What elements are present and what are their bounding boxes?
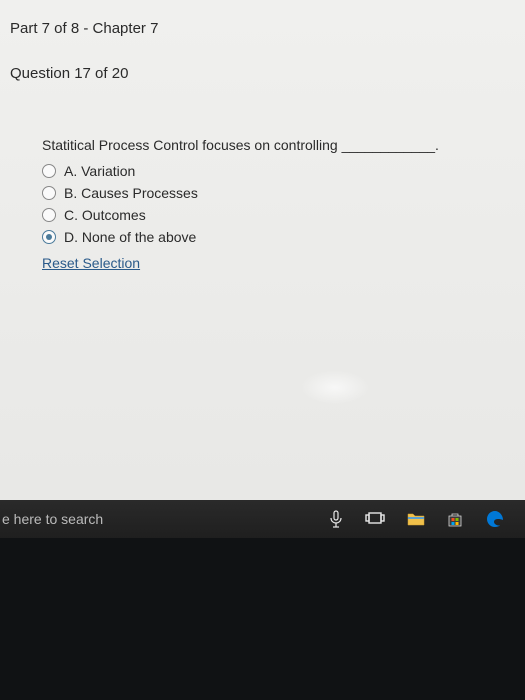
option-b[interactable]: B. Causes Processes (42, 185, 525, 201)
radio-icon[interactable] (42, 164, 56, 178)
search-input[interactable]: e here to search (0, 511, 103, 527)
option-c[interactable]: C. Outcomes (42, 207, 525, 223)
task-view-icon[interactable] (365, 511, 385, 527)
question-text: Statitical Process Control focuses on co… (42, 137, 525, 153)
option-label: D. None of the above (64, 229, 196, 245)
desk-area (0, 538, 525, 700)
edge-browser-icon[interactable] (485, 509, 505, 529)
option-label: B. Causes Processes (64, 185, 198, 201)
windows-taskbar: e here to search (0, 500, 525, 538)
taskbar-icons (329, 509, 525, 529)
reset-selection-link[interactable]: Reset Selection (42, 255, 140, 271)
option-label: C. Outcomes (64, 207, 146, 223)
microphone-icon[interactable] (329, 510, 343, 528)
radio-icon[interactable] (42, 186, 56, 200)
quiz-content: Part 7 of 8 - Chapter 7 Question 17 of 2… (0, 0, 525, 500)
question-block: Statitical Process Control focuses on co… (10, 137, 525, 273)
radio-icon[interactable] (42, 230, 56, 244)
option-d[interactable]: D. None of the above (42, 229, 525, 245)
radio-icon[interactable] (42, 208, 56, 222)
file-explorer-icon[interactable] (407, 512, 425, 526)
option-label: A. Variation (64, 163, 135, 179)
option-a[interactable]: A. Variation (42, 163, 525, 179)
options-group: A. Variation B. Causes Processes C. Outc… (42, 163, 525, 245)
part-label: Part 7 of 8 - Chapter 7 (10, 20, 525, 37)
question-number: Question 17 of 20 (10, 65, 525, 82)
microsoft-store-icon[interactable] (447, 511, 463, 527)
